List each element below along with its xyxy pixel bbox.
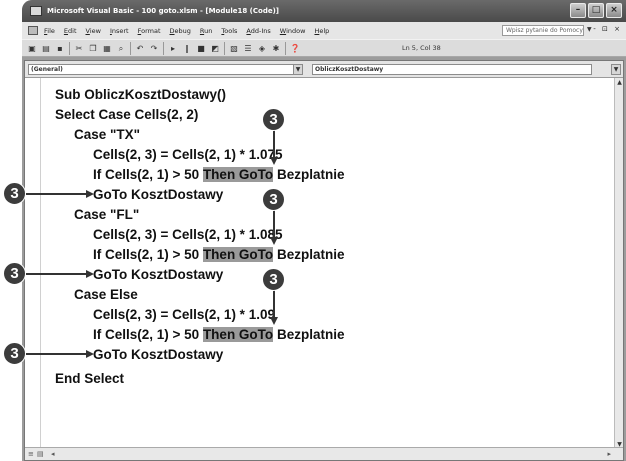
- callout-arrow: [273, 130, 275, 160]
- code-text: If Cells(2, 1) > 50: [93, 247, 203, 262]
- callout-arrowhead: [270, 237, 278, 245]
- callout-arrow: [26, 193, 88, 195]
- redo-icon[interactable]: ↷: [148, 43, 160, 54]
- vba-project-icon[interactable]: [28, 26, 38, 35]
- callout-arrowhead: [86, 270, 94, 278]
- properties-icon[interactable]: ☰: [242, 43, 254, 54]
- code-text: Bezplatnie: [273, 327, 345, 342]
- callout-3: 3: [3, 342, 26, 365]
- copy-icon[interactable]: ❐: [87, 43, 99, 54]
- scroll-left-icon[interactable]: ◂: [51, 449, 55, 459]
- callout-3: 3: [3, 262, 26, 285]
- mdi-window-controls[interactable]: - ⊡ ×: [593, 25, 622, 33]
- close-icon[interactable]: ×: [606, 3, 622, 18]
- code-text: If Cells(2, 1) > 50: [93, 327, 203, 342]
- menu-add-ins[interactable]: Add-Ins: [246, 27, 270, 35]
- callout-arrow: [273, 290, 275, 320]
- run-icon[interactable]: ▸: [167, 43, 179, 54]
- title-bar: Microsoft Visual Basic - 100 goto.xlsm -…: [22, 0, 626, 22]
- object-combo-arrow-icon[interactable]: ▼: [293, 64, 303, 75]
- toolbox-icon[interactable]: ✱: [270, 43, 282, 54]
- code-line-calc-tx[interactable]: Cells(2, 3) = Cells(2, 1) * 1.075: [93, 146, 282, 163]
- menu-bar: File Edit View Insert Format Debug Run T…: [22, 22, 626, 39]
- menu-debug[interactable]: Debug: [170, 27, 191, 35]
- code-line-sub[interactable]: Sub ObliczKosztDostawy(): [55, 86, 226, 103]
- callout-3: 3: [262, 188, 285, 211]
- maximize-icon[interactable]: □: [588, 3, 604, 18]
- save-icon[interactable]: ▪: [54, 43, 66, 54]
- callout-3: 3: [262, 108, 285, 131]
- highlighted-then-goto: Then GoTo: [202, 167, 274, 182]
- design-mode-icon[interactable]: ◩: [209, 43, 221, 54]
- callout-arrowhead: [86, 350, 94, 358]
- code-line-goto-else[interactable]: GoTo KosztDostawy: [93, 346, 223, 363]
- code-line-end-select[interactable]: End Select: [55, 370, 124, 387]
- window-title: Microsoft Visual Basic - 100 goto.xlsm -…: [47, 7, 279, 15]
- project-explorer-icon[interactable]: ▧: [228, 43, 240, 54]
- code-line-case-else[interactable]: Case Else: [74, 286, 138, 303]
- code-line-calc-else[interactable]: Cells(2, 3) = Cells(2, 1) * 1.09: [93, 306, 275, 323]
- cut-icon[interactable]: ✂: [73, 43, 85, 54]
- callout-3: 3: [262, 268, 285, 291]
- app-icon: [30, 6, 42, 16]
- callout-arrow: [26, 353, 88, 355]
- horizontal-scrollbar[interactable]: ≡ ▤ ◂ ▸: [25, 447, 623, 460]
- code-line-goto-tx[interactable]: GoTo KosztDostawy: [93, 186, 223, 203]
- help-icon[interactable]: ❓: [289, 43, 301, 54]
- code-line-if-fl[interactable]: If Cells(2, 1) > 50 Then GoTo Bezplatnie: [93, 246, 344, 263]
- code-line-calc-fl[interactable]: Cells(2, 3) = Cells(2, 1) * 1.085: [93, 226, 282, 243]
- undo-icon[interactable]: ↶: [134, 43, 146, 54]
- paste-icon[interactable]: ▦: [101, 43, 113, 54]
- procedure-view-icon[interactable]: ≡: [28, 449, 34, 459]
- callout-arrow: [26, 273, 88, 275]
- standard-toolbar: ▣ ▤ ▪ ✂ ❐ ▦ ⌕ ↶ ↷ ▸ ‖ ■ ◩ ▧ ☰ ◈ ✱ ❓ Ln 5…: [22, 39, 626, 57]
- menu-tools[interactable]: Tools: [221, 27, 237, 35]
- menu-window[interactable]: Window: [280, 27, 306, 35]
- full-module-view-icon[interactable]: ▤: [37, 449, 44, 459]
- combo-bar: (General) ▼ ObliczKosztDostawy ▼: [25, 61, 623, 78]
- code-text: Bezplatnie: [273, 167, 345, 182]
- procedure-combo[interactable]: ObliczKosztDostawy: [312, 64, 592, 75]
- scroll-right-icon[interactable]: ▸: [607, 449, 611, 459]
- code-line-case-tx[interactable]: Case "TX": [74, 126, 140, 143]
- view-excel-icon[interactable]: ▣: [26, 43, 38, 54]
- code-line-if-else[interactable]: If Cells(2, 1) > 50 Then GoTo Bezplatnie: [93, 326, 344, 343]
- find-icon[interactable]: ⌕: [115, 43, 127, 54]
- code-line-if-tx[interactable]: If Cells(2, 1) > 50 Then GoTo Bezplatnie: [93, 166, 344, 183]
- menu-view[interactable]: View: [86, 27, 101, 35]
- indicator-margin[interactable]: [25, 78, 41, 448]
- callout-3: 3: [3, 182, 26, 205]
- figure: Microsoft Visual Basic - 100 goto.xlsm -…: [0, 0, 626, 461]
- help-dropdown-icon[interactable]: ▼: [587, 26, 592, 33]
- menu-insert[interactable]: Insert: [110, 27, 129, 35]
- menu-run[interactable]: Run: [200, 27, 212, 35]
- insert-module-icon[interactable]: ▤: [40, 43, 52, 54]
- callout-arrowhead: [270, 317, 278, 325]
- callout-arrow: [273, 210, 275, 240]
- cursor-position: Ln 5, Col 38: [402, 44, 441, 52]
- break-icon[interactable]: ‖: [181, 43, 193, 54]
- menu-help[interactable]: Help: [314, 27, 329, 35]
- object-browser-icon[interactable]: ◈: [256, 43, 268, 54]
- menu-format[interactable]: Format: [138, 27, 161, 35]
- code-line-goto-fl[interactable]: GoTo KosztDostawy: [93, 266, 223, 283]
- code-line-select[interactable]: Select Case Cells(2, 2): [55, 106, 198, 123]
- object-combo[interactable]: (General): [28, 64, 303, 75]
- menu-edit[interactable]: Edit: [64, 27, 77, 35]
- highlighted-then-goto: Then GoTo: [202, 327, 274, 342]
- menu-file[interactable]: File: [44, 27, 55, 35]
- procedure-combo-arrow-icon[interactable]: ▼: [611, 64, 621, 75]
- vertical-scrollbar[interactable]: ▲ ▼: [614, 78, 623, 450]
- window-controls: – □ ×: [570, 3, 622, 18]
- code-text: If Cells(2, 1) > 50: [93, 167, 203, 182]
- highlighted-then-goto: Then GoTo: [202, 247, 274, 262]
- help-search-input[interactable]: Wpisz pytanie do Pomocy: [502, 25, 584, 36]
- code-line-case-fl[interactable]: Case "FL": [74, 206, 139, 223]
- reset-icon[interactable]: ■: [195, 43, 207, 54]
- code-text: Bezplatnie: [273, 247, 345, 262]
- callout-arrowhead: [270, 157, 278, 165]
- callout-arrowhead: [86, 190, 94, 198]
- scroll-up-icon[interactable]: ▲: [616, 79, 623, 86]
- minimize-icon[interactable]: –: [570, 3, 586, 18]
